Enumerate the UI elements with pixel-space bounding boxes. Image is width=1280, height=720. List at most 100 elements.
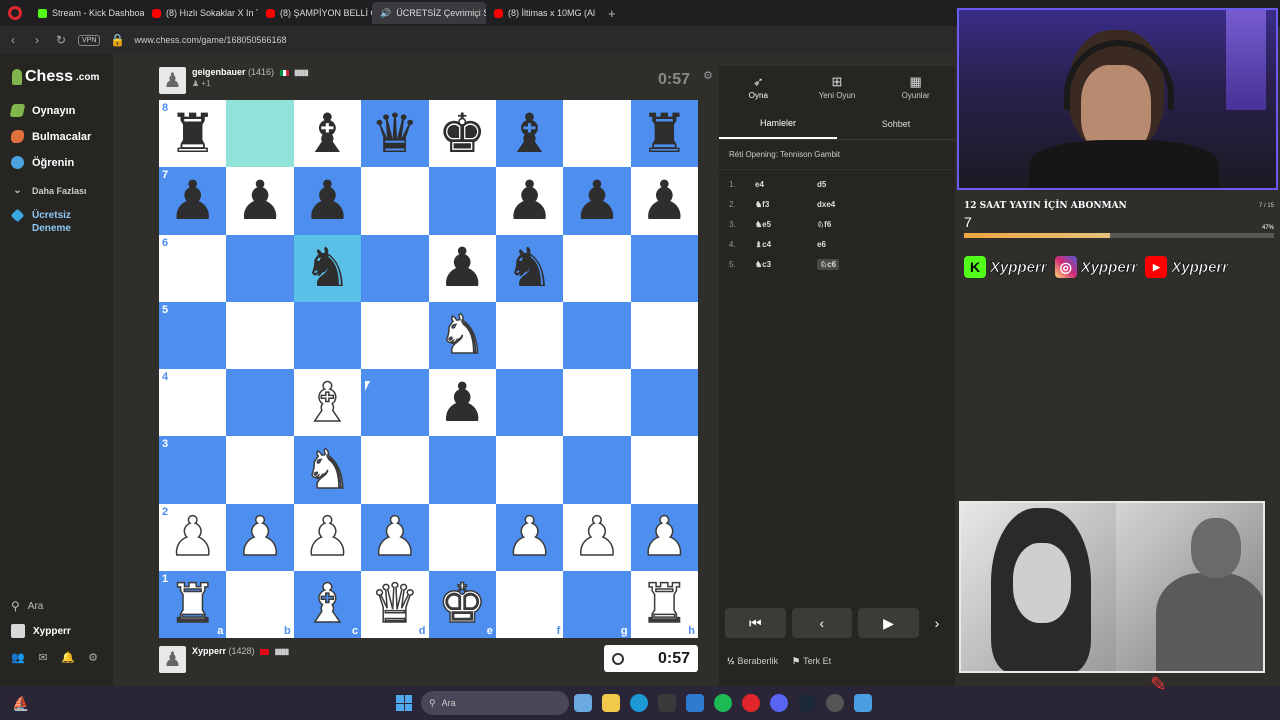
square-e4[interactable]: ♟ (428, 369, 496, 437)
friends-icon[interactable]: 👥 (11, 652, 25, 664)
square-h5[interactable] (630, 301, 698, 369)
tab-chat[interactable]: Sohbet (837, 108, 955, 139)
white-pawn-icon[interactable]: ♟ (302, 509, 352, 565)
white-pawn-icon[interactable]: ♟ (505, 509, 555, 565)
square-a3[interactable]: 3 (159, 436, 227, 504)
square-d2[interactable]: ♟ (361, 503, 429, 571)
square-c6[interactable]: ♞ (293, 234, 362, 302)
square-g3[interactable] (563, 436, 631, 504)
forward-icon[interactable]: › (30, 33, 44, 47)
black-move[interactable]: d5 (817, 180, 879, 189)
black-queen-icon[interactable]: ♛ (371, 106, 419, 161)
browser-tab[interactable]: (8) İltimas x 10MG (Al (486, 2, 600, 24)
square-d8[interactable]: ♛ (361, 100, 429, 168)
square-h7[interactable]: ♟ (630, 167, 698, 235)
square-g7[interactable]: ♟ (563, 167, 631, 235)
white-move[interactable]: ♝c4 (755, 240, 817, 249)
steam-icon[interactable] (798, 694, 816, 712)
square-c1[interactable]: c ♝ (293, 570, 362, 638)
explorer-icon[interactable] (602, 694, 620, 712)
app-store-icon[interactable] (574, 694, 592, 712)
black-move[interactable]: e6 (817, 240, 879, 249)
widgets-icon[interactable]: ⛵ (12, 695, 29, 711)
white-pawn-icon[interactable]: ♟ (168, 509, 218, 565)
square-a2[interactable]: 2 ♟ (159, 503, 227, 571)
square-c5[interactable] (293, 301, 362, 369)
tab-new-game[interactable]: ⊞ Yeni Oyun (798, 66, 877, 108)
gear-icon[interactable]: ⚙ (86, 652, 100, 664)
white-knight-icon[interactable]: ♞ (302, 442, 352, 498)
square-f1[interactable]: f (495, 570, 564, 638)
reload-icon[interactable]: ↻ (54, 33, 68, 47)
white-move[interactable]: ♞c3 (755, 260, 817, 269)
white-pawn-icon[interactable]: ♟ (370, 509, 420, 565)
square-b1[interactable]: b (226, 570, 294, 638)
sidebar-item-learn[interactable]: Öğrenin (11, 156, 74, 169)
black-knight-icon[interactable]: ♞ (303, 241, 351, 295)
square-h6[interactable] (630, 234, 698, 302)
square-f2[interactable]: ♟ (495, 503, 564, 571)
square-d7[interactable] (361, 167, 429, 235)
taskbar-search[interactable]: ⚲ Ara (421, 691, 569, 715)
black-rook-icon[interactable]: ♜ (168, 106, 216, 161)
square-c4[interactable]: ♝ (293, 369, 362, 437)
square-e6[interactable]: ♟ (428, 234, 496, 302)
edge-icon[interactable] (630, 694, 648, 712)
sidebar-item-free-trial[interactable]: Ücretsiz Deneme (10, 208, 91, 235)
black-pawn-icon[interactable]: ♟ (303, 173, 351, 228)
black-bishop-icon[interactable]: ♝ (505, 106, 553, 161)
black-pawn-icon[interactable]: ♟ (505, 173, 553, 228)
app-icon[interactable] (854, 694, 872, 712)
sidebar-item-puzzles[interactable]: Bulmacalar (11, 130, 91, 143)
white-queen-icon[interactable]: ♛ (370, 576, 420, 632)
square-a5[interactable]: 5 (159, 301, 227, 369)
square-c8[interactable]: ♝ (293, 100, 362, 168)
square-h4[interactable] (630, 369, 698, 437)
white-pawn-icon[interactable]: ♟ (572, 509, 622, 565)
url-field[interactable]: www.chess.com/game/168050566168 (134, 35, 286, 45)
first-move-button[interactable]: ⏮ (725, 608, 786, 638)
spotify-icon[interactable] (714, 694, 732, 712)
black-move[interactable]: ♘c6 (817, 258, 840, 270)
square-c2[interactable]: ♟ (293, 503, 362, 571)
top-player-name[interactable]: geigenbauer (192, 67, 246, 77)
bottom-player-avatar[interactable]: ♟ (159, 646, 186, 673)
square-b8[interactable] (226, 100, 294, 168)
square-h2[interactable]: ♟ (630, 503, 698, 571)
opening-name[interactable]: Réti Opening: Tennison Gambit (719, 140, 955, 170)
square-h1[interactable]: h ♜ (630, 570, 698, 638)
white-rook-icon[interactable]: ♜ (639, 576, 689, 632)
back-icon[interactable]: ‹ (6, 33, 20, 47)
square-a8[interactable]: 8 ♜ (159, 100, 227, 168)
square-e3[interactable] (428, 436, 496, 504)
black-pawn-icon[interactable]: ♟ (438, 375, 486, 430)
square-d4[interactable] (361, 369, 429, 437)
square-d1[interactable]: d ♛ (361, 570, 429, 638)
square-h3[interactable] (630, 436, 698, 504)
square-f7[interactable]: ♟ (495, 167, 564, 235)
board-settings-gear-icon[interactable]: ⚙ (703, 69, 713, 82)
square-a7[interactable]: 7 ♟ (159, 167, 227, 235)
black-move[interactable]: dxe4 (817, 200, 879, 209)
square-a6[interactable]: 6 (159, 234, 227, 302)
bell-icon[interactable]: 🔔 (61, 652, 75, 664)
square-e7[interactable] (428, 167, 496, 235)
sidebar-item-play[interactable]: Oynayın (9, 104, 75, 117)
white-bishop-icon[interactable]: ♝ (302, 374, 352, 430)
chess-board[interactable]: 8 ♜ ♝ ♛ ♚ ♝ ♜ 7 ♟ ♟ ♟ ♟ ♟ ♟ 6 ♞ ♟ ♞ 5 ♞ 4 ♝ ♟ 3 ♞ 2 ♟ ♟ ♟ ♟ ♟ ♟ ♟ 1 a ♜ b c ♝ d… (159, 100, 698, 638)
calculator-icon[interactable] (658, 694, 676, 712)
white-move[interactable]: ♞f3 (755, 200, 817, 209)
square-d6[interactable] (361, 234, 429, 302)
square-g2[interactable]: ♟ (563, 503, 631, 571)
black-king-icon[interactable]: ♚ (438, 106, 486, 161)
opera-logo-icon[interactable] (8, 6, 22, 20)
sidebar-search[interactable]: ⚲ Ara (11, 599, 43, 613)
white-pawn-icon[interactable]: ♟ (639, 509, 689, 565)
windows-start-icon[interactable] (396, 695, 412, 711)
black-rook-icon[interactable]: ♜ (640, 106, 688, 161)
square-f3[interactable] (495, 436, 564, 504)
tab-play[interactable]: ➶ Oyna (719, 66, 798, 108)
square-c7[interactable]: ♟ (293, 167, 362, 235)
square-e1[interactable]: e ♚ (428, 570, 496, 638)
browser-tab[interactable]: 🔊 ÜCRETSİZ Çevrimiçi S (372, 2, 486, 24)
